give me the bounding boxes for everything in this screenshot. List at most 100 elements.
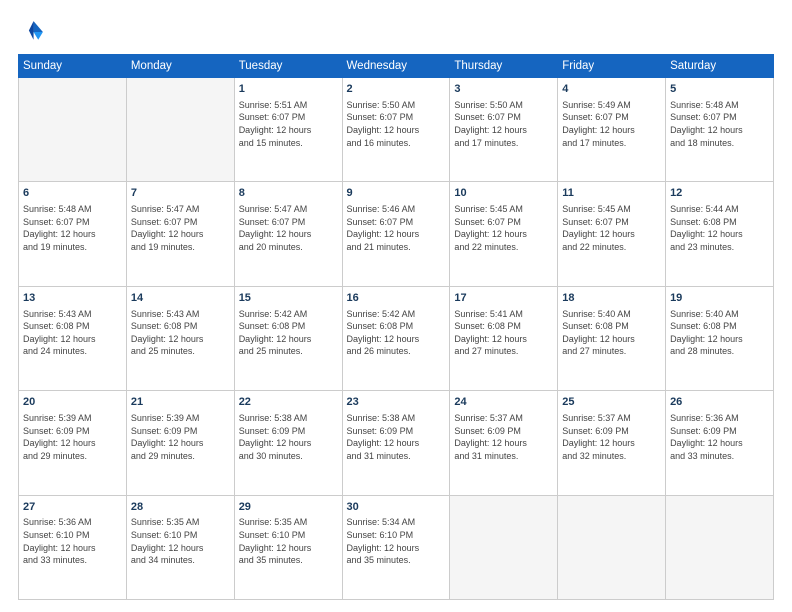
calendar-cell: 29Sunrise: 5:35 AM Sunset: 6:10 PM Dayli… (234, 495, 342, 599)
day-info: Sunrise: 5:41 AM Sunset: 6:08 PM Dayligh… (454, 308, 553, 358)
day-info: Sunrise: 5:46 AM Sunset: 6:07 PM Dayligh… (347, 203, 446, 253)
day-number: 2 (347, 82, 446, 97)
calendar-cell: 25 Sunrise: 5:37 AM Sunset: 6:09 PM Dayli… (558, 391, 666, 495)
day-info: Sunrise: 5:51 AM Sunset: 6:07 PM Dayligh… (239, 99, 338, 149)
weekday-header-friday: Friday (558, 55, 666, 78)
day-number: 12 (670, 186, 769, 201)
page: SundayMondayTuesdayWednesdayThursdayFrid… (0, 0, 792, 612)
calendar-cell: 12Sunrise: 5:44 AM Sunset: 6:08 PM Dayli… (666, 182, 774, 286)
day-info: Sunrise: 5:50 AM Sunset: 6:07 PM Dayligh… (454, 99, 553, 149)
weekday-header-thursday: Thursday (450, 55, 558, 78)
day-info: Sunrise: 5:47 AM Sunset: 6:07 PM Dayligh… (239, 203, 338, 253)
day-info: Sunrise: 5:39 AM Sunset: 6:09 PM Dayligh… (23, 412, 122, 462)
day-info: Sunrise: 5:47 AM Sunset: 6:07 PM Dayligh… (131, 203, 230, 253)
day-number: 30 (347, 500, 446, 515)
day-number: 24 (454, 395, 553, 410)
weekday-header-saturday: Saturday (666, 55, 774, 78)
day-number: 19 (670, 291, 769, 306)
day-info: Sunrise: 5:34 AM Sunset: 6:10 PM Dayligh… (347, 516, 446, 566)
calendar-cell (450, 495, 558, 599)
day-info: Sunrise: 5:49 AM Sunset: 6:07 PM Dayligh… (562, 99, 661, 149)
day-info: Sunrise: 5:45 AM Sunset: 6:07 PM Dayligh… (454, 203, 553, 253)
calendar-cell: 8Sunrise: 5:47 AM Sunset: 6:07 PM Daylig… (234, 182, 342, 286)
calendar-table: SundayMondayTuesdayWednesdayThursdayFrid… (18, 54, 774, 600)
calendar-cell: 4 Sunrise: 5:49 AM Sunset: 6:07 PM Daylig… (558, 78, 666, 182)
calendar-cell: 10 Sunrise: 5:45 AM Sunset: 6:07 PM Dayli… (450, 182, 558, 286)
day-info: Sunrise: 5:42 AM Sunset: 6:08 PM Dayligh… (347, 308, 446, 358)
calendar-week-4: 20 Sunrise: 5:39 AM Sunset: 6:09 PM Dayli… (19, 391, 774, 495)
day-number: 18 (562, 291, 661, 306)
calendar-cell: 17 Sunrise: 5:41 AM Sunset: 6:08 PM Dayli… (450, 286, 558, 390)
day-info: Sunrise: 5:35 AM Sunset: 6:10 PM Dayligh… (131, 516, 230, 566)
day-number: 25 (562, 395, 661, 410)
weekday-header-row: SundayMondayTuesdayWednesdayThursdayFrid… (19, 55, 774, 78)
calendar-week-1: 1 Sunrise: 5:51 AM Sunset: 6:07 PM Daylig… (19, 78, 774, 182)
day-number: 26 (670, 395, 769, 410)
day-info: Sunrise: 5:36 AM Sunset: 6:09 PM Dayligh… (670, 412, 769, 462)
day-number: 14 (131, 291, 230, 306)
day-number: 15 (239, 291, 338, 306)
day-info: Sunrise: 5:48 AM Sunset: 6:07 PM Dayligh… (670, 99, 769, 149)
day-number: 20 (23, 395, 122, 410)
calendar-week-2: 6Sunrise: 5:48 AM Sunset: 6:07 PM Daylig… (19, 182, 774, 286)
day-number: 29 (239, 500, 338, 515)
day-number: 21 (131, 395, 230, 410)
day-number: 9 (347, 186, 446, 201)
calendar-cell: 5 Sunrise: 5:48 AM Sunset: 6:07 PM Daylig… (666, 78, 774, 182)
day-number: 27 (23, 500, 122, 515)
calendar-cell: 27Sunrise: 5:36 AM Sunset: 6:10 PM Dayli… (19, 495, 127, 599)
day-info: Sunrise: 5:48 AM Sunset: 6:07 PM Dayligh… (23, 203, 122, 253)
day-info: Sunrise: 5:37 AM Sunset: 6:09 PM Dayligh… (562, 412, 661, 462)
calendar-cell (558, 495, 666, 599)
logo-icon (18, 18, 46, 46)
calendar-cell: 22Sunrise: 5:38 AM Sunset: 6:09 PM Dayli… (234, 391, 342, 495)
calendar-week-3: 13Sunrise: 5:43 AM Sunset: 6:08 PM Dayli… (19, 286, 774, 390)
day-number: 4 (562, 82, 661, 97)
calendar-cell: 3Sunrise: 5:50 AM Sunset: 6:07 PM Daylig… (450, 78, 558, 182)
day-info: Sunrise: 5:50 AM Sunset: 6:07 PM Dayligh… (347, 99, 446, 149)
calendar-cell: 24 Sunrise: 5:37 AM Sunset: 6:09 PM Dayli… (450, 391, 558, 495)
calendar-cell: 14Sunrise: 5:43 AM Sunset: 6:08 PM Dayli… (126, 286, 234, 390)
calendar-cell: 1 Sunrise: 5:51 AM Sunset: 6:07 PM Daylig… (234, 78, 342, 182)
calendar-cell (19, 78, 127, 182)
day-info: Sunrise: 5:38 AM Sunset: 6:09 PM Dayligh… (347, 412, 446, 462)
day-number: 16 (347, 291, 446, 306)
calendar-cell: 19 Sunrise: 5:40 AM Sunset: 6:08 PM Dayli… (666, 286, 774, 390)
day-number: 22 (239, 395, 338, 410)
day-number: 11 (562, 186, 661, 201)
day-number: 23 (347, 395, 446, 410)
day-number: 10 (454, 186, 553, 201)
calendar-cell: 15 Sunrise: 5:42 AM Sunset: 6:08 PM Dayli… (234, 286, 342, 390)
day-number: 17 (454, 291, 553, 306)
day-info: Sunrise: 5:40 AM Sunset: 6:08 PM Dayligh… (670, 308, 769, 358)
calendar-cell: 30Sunrise: 5:34 AM Sunset: 6:10 PM Dayli… (342, 495, 450, 599)
calendar-cell: 23 Sunrise: 5:38 AM Sunset: 6:09 PM Dayli… (342, 391, 450, 495)
day-number: 7 (131, 186, 230, 201)
day-info: Sunrise: 5:36 AM Sunset: 6:10 PM Dayligh… (23, 516, 122, 566)
day-info: Sunrise: 5:37 AM Sunset: 6:09 PM Dayligh… (454, 412, 553, 462)
weekday-header-tuesday: Tuesday (234, 55, 342, 78)
calendar-cell: 13Sunrise: 5:43 AM Sunset: 6:08 PM Dayli… (19, 286, 127, 390)
calendar-cell: 9 Sunrise: 5:46 AM Sunset: 6:07 PM Daylig… (342, 182, 450, 286)
day-info: Sunrise: 5:35 AM Sunset: 6:10 PM Dayligh… (239, 516, 338, 566)
day-number: 28 (131, 500, 230, 515)
day-info: Sunrise: 5:45 AM Sunset: 6:07 PM Dayligh… (562, 203, 661, 253)
header (18, 18, 774, 46)
calendar-cell: 21 Sunrise: 5:39 AM Sunset: 6:09 PM Dayli… (126, 391, 234, 495)
weekday-header-wednesday: Wednesday (342, 55, 450, 78)
calendar-cell: 7 Sunrise: 5:47 AM Sunset: 6:07 PM Daylig… (126, 182, 234, 286)
weekday-header-sunday: Sunday (19, 55, 127, 78)
calendar-cell: 11 Sunrise: 5:45 AM Sunset: 6:07 PM Dayli… (558, 182, 666, 286)
calendar-cell (126, 78, 234, 182)
day-number: 5 (670, 82, 769, 97)
calendar-cell: 2 Sunrise: 5:50 AM Sunset: 6:07 PM Daylig… (342, 78, 450, 182)
day-info: Sunrise: 5:39 AM Sunset: 6:09 PM Dayligh… (131, 412, 230, 462)
calendar-cell: 16 Sunrise: 5:42 AM Sunset: 6:08 PM Dayli… (342, 286, 450, 390)
calendar-cell: 26 Sunrise: 5:36 AM Sunset: 6:09 PM Dayli… (666, 391, 774, 495)
day-info: Sunrise: 5:42 AM Sunset: 6:08 PM Dayligh… (239, 308, 338, 358)
day-number: 1 (239, 82, 338, 97)
calendar-week-5: 27Sunrise: 5:36 AM Sunset: 6:10 PM Dayli… (19, 495, 774, 599)
calendar-cell: 18Sunrise: 5:40 AM Sunset: 6:08 PM Dayli… (558, 286, 666, 390)
calendar-cell: 6Sunrise: 5:48 AM Sunset: 6:07 PM Daylig… (19, 182, 127, 286)
calendar-cell: 28Sunrise: 5:35 AM Sunset: 6:10 PM Dayli… (126, 495, 234, 599)
